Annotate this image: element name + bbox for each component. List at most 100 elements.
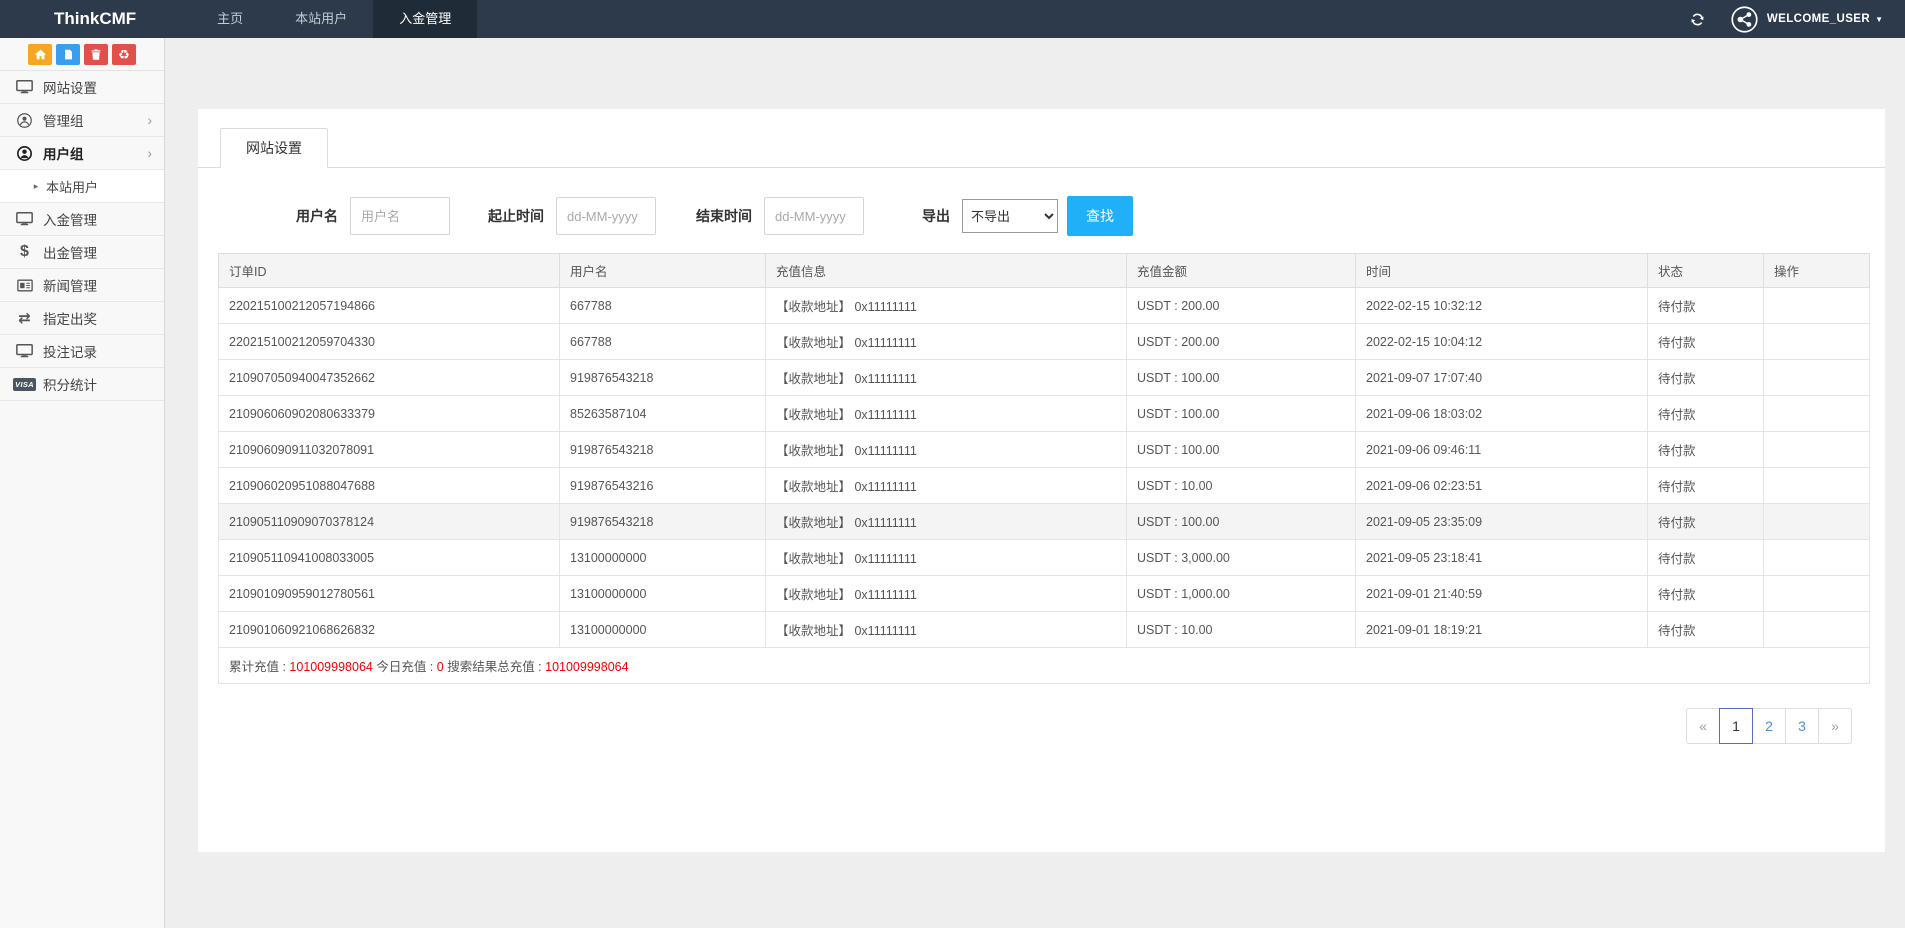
user-menu[interactable]: WELCOME_USER bbox=[1767, 13, 1870, 25]
summary-label: 累计充值 : bbox=[229, 660, 289, 674]
sidebar-item[interactable]: 投注记录 bbox=[0, 335, 164, 368]
search-button[interactable]: 查找 bbox=[1067, 196, 1133, 236]
sidebar-item[interactable]: VISA 积分统计 bbox=[0, 368, 164, 401]
summary-label: 今日充值 : bbox=[373, 660, 437, 674]
export-select[interactable]: 不导出 bbox=[962, 199, 1058, 233]
recycle-icon: ♻ bbox=[118, 48, 130, 61]
cell-status: 待付款 bbox=[1648, 468, 1764, 504]
deposit-row: 210907050940047352662919876543218【收款地址】 … bbox=[219, 360, 1870, 396]
refresh-icon[interactable] bbox=[1690, 12, 1705, 27]
brand-logo[interactable]: ThinkCMF bbox=[54, 0, 136, 38]
sidebar-item-label: 用户组 bbox=[43, 143, 84, 163]
cell-status: 待付款 bbox=[1648, 396, 1764, 432]
page-prev[interactable]: « bbox=[1686, 708, 1720, 744]
sidebar-item-label: 本站用户 bbox=[46, 177, 98, 196]
main-area: 网站设置 用户名 起止时间 结束时间 导出 不导出 查找 订单ID用户名充值信息… bbox=[166, 38, 1905, 928]
file-button[interactable] bbox=[56, 44, 80, 65]
cell-info: 【收款地址】 0x11111111 bbox=[766, 612, 1127, 648]
home-icon bbox=[34, 48, 47, 61]
sidebar-item[interactable]: ▸本站用户 bbox=[0, 170, 164, 203]
cell-order-id: 210907050940047352662 bbox=[219, 360, 560, 396]
cell-username: 919876543216 bbox=[560, 468, 766, 504]
cell-status: 待付款 bbox=[1648, 360, 1764, 396]
cell-time: 2021-09-01 21:40:59 bbox=[1356, 576, 1648, 612]
trash-button[interactable] bbox=[84, 44, 108, 65]
export-label: 导出 bbox=[922, 206, 950, 226]
cell-username: 667788 bbox=[560, 288, 766, 324]
sidebar-item[interactable]: 入金管理 bbox=[0, 203, 164, 236]
end-time-label: 结束时间 bbox=[696, 206, 752, 226]
cell-time: 2021-09-06 02:23:51 bbox=[1356, 468, 1648, 504]
monitor-icon bbox=[14, 344, 35, 358]
transfer-icon: ⇄ bbox=[14, 309, 35, 327]
news-icon bbox=[14, 279, 35, 292]
cell-username: 85263587104 bbox=[560, 396, 766, 432]
deposit-table: 订单ID用户名充值信息充值金额时间状态操作 220215100212057194… bbox=[218, 253, 1870, 684]
column-header: 时间 bbox=[1356, 254, 1648, 288]
nav-item[interactable]: 本站用户 bbox=[269, 0, 373, 38]
sidebar-item[interactable]: ⇄指定出奖 bbox=[0, 302, 164, 335]
page-1[interactable]: 1 bbox=[1719, 708, 1753, 744]
cell-amount: USDT : 1,000.00 bbox=[1127, 576, 1356, 612]
cell-username: 13100000000 bbox=[560, 612, 766, 648]
top-navbar: ThinkCMF 主页本站用户入金管理 WELCOME_USER ▼ bbox=[0, 0, 1905, 38]
page-2[interactable]: 2 bbox=[1752, 708, 1786, 744]
nav-item[interactable]: 主页 bbox=[191, 0, 269, 38]
summary-cell: 累计充值 : 101009998064 今日充值 : 0 搜索结果总充值 : 1… bbox=[219, 648, 1870, 684]
sidebar-item[interactable]: 用户组› bbox=[0, 137, 164, 170]
deposit-row: 220215100212059704330667788【收款地址】 0x1111… bbox=[219, 324, 1870, 360]
cell-time: 2021-09-01 18:19:21 bbox=[1356, 612, 1648, 648]
nav-item[interactable]: 入金管理 bbox=[373, 0, 477, 38]
table-header-row: 订单ID用户名充值信息充值金额时间状态操作 bbox=[219, 254, 1870, 288]
deposit-row: 21090606090208063337985263587104【收款地址】 0… bbox=[219, 396, 1870, 432]
filter-bar: 用户名 起止时间 结束时间 导出 不导出 查找 bbox=[296, 196, 1865, 236]
visa-icon: VISA bbox=[14, 378, 35, 391]
username-input[interactable] bbox=[350, 197, 450, 235]
cell-info: 【收款地址】 0x11111111 bbox=[766, 576, 1127, 612]
deposit-row: 210906020951088047688919876543216【收款地址】 … bbox=[219, 468, 1870, 504]
username-label: 用户名 bbox=[296, 206, 338, 226]
cell-username: 919876543218 bbox=[560, 360, 766, 396]
monitor-icon bbox=[14, 80, 35, 94]
deposit-table-wrap: 订单ID用户名充值信息充值金额时间状态操作 220215100212057194… bbox=[218, 253, 1870, 684]
cell-action bbox=[1764, 360, 1870, 396]
page-next[interactable]: » bbox=[1818, 708, 1852, 744]
column-header: 用户名 bbox=[560, 254, 766, 288]
page-3[interactable]: 3 bbox=[1785, 708, 1819, 744]
start-date-input[interactable] bbox=[556, 197, 656, 235]
cell-username: 667788 bbox=[560, 324, 766, 360]
cell-action bbox=[1764, 288, 1870, 324]
sidebar-item-label: 管理组 bbox=[43, 110, 84, 130]
cell-amount: USDT : 100.00 bbox=[1127, 504, 1356, 540]
caret-down-icon[interactable]: ▼ bbox=[1875, 15, 1883, 24]
sidebar-item[interactable]: 新闻管理 bbox=[0, 269, 164, 302]
sidebar-item-label: 入金管理 bbox=[43, 209, 97, 229]
sidebar-item-label: 投注记录 bbox=[43, 341, 97, 361]
cell-action bbox=[1764, 468, 1870, 504]
cell-action bbox=[1764, 612, 1870, 648]
cell-order-id: 210901090959012780561 bbox=[219, 576, 560, 612]
cell-time: 2021-09-06 09:46:11 bbox=[1356, 432, 1648, 468]
user-avatar-icon[interactable] bbox=[1731, 6, 1758, 33]
cell-amount: USDT : 10.00 bbox=[1127, 468, 1356, 504]
cell-action bbox=[1764, 540, 1870, 576]
navbar-right: WELCOME_USER ▼ bbox=[1690, 0, 1883, 38]
column-header: 订单ID bbox=[219, 254, 560, 288]
tab-site-settings[interactable]: 网站设置 bbox=[220, 128, 328, 168]
cell-time: 2021-09-07 17:07:40 bbox=[1356, 360, 1648, 396]
cell-action bbox=[1764, 504, 1870, 540]
sidebar-item-label: 出金管理 bbox=[43, 242, 97, 262]
sidebar-item[interactable]: 管理组› bbox=[0, 104, 164, 137]
cell-time: 2021-09-05 23:35:09 bbox=[1356, 504, 1648, 540]
cell-amount: USDT : 200.00 bbox=[1127, 288, 1356, 324]
column-header: 操作 bbox=[1764, 254, 1870, 288]
sidebar-item[interactable]: 网站设置 bbox=[0, 71, 164, 104]
end-date-input[interactable] bbox=[764, 197, 864, 235]
cell-order-id: 210901060921068626832 bbox=[219, 612, 560, 648]
sidebar-item[interactable]: $出金管理 bbox=[0, 236, 164, 269]
home-button[interactable] bbox=[28, 44, 52, 65]
cell-status: 待付款 bbox=[1648, 288, 1764, 324]
cell-info: 【收款地址】 0x11111111 bbox=[766, 540, 1127, 576]
sidebar-item-label: 积分统计 bbox=[43, 374, 97, 394]
recycle-button[interactable]: ♻ bbox=[112, 44, 136, 65]
